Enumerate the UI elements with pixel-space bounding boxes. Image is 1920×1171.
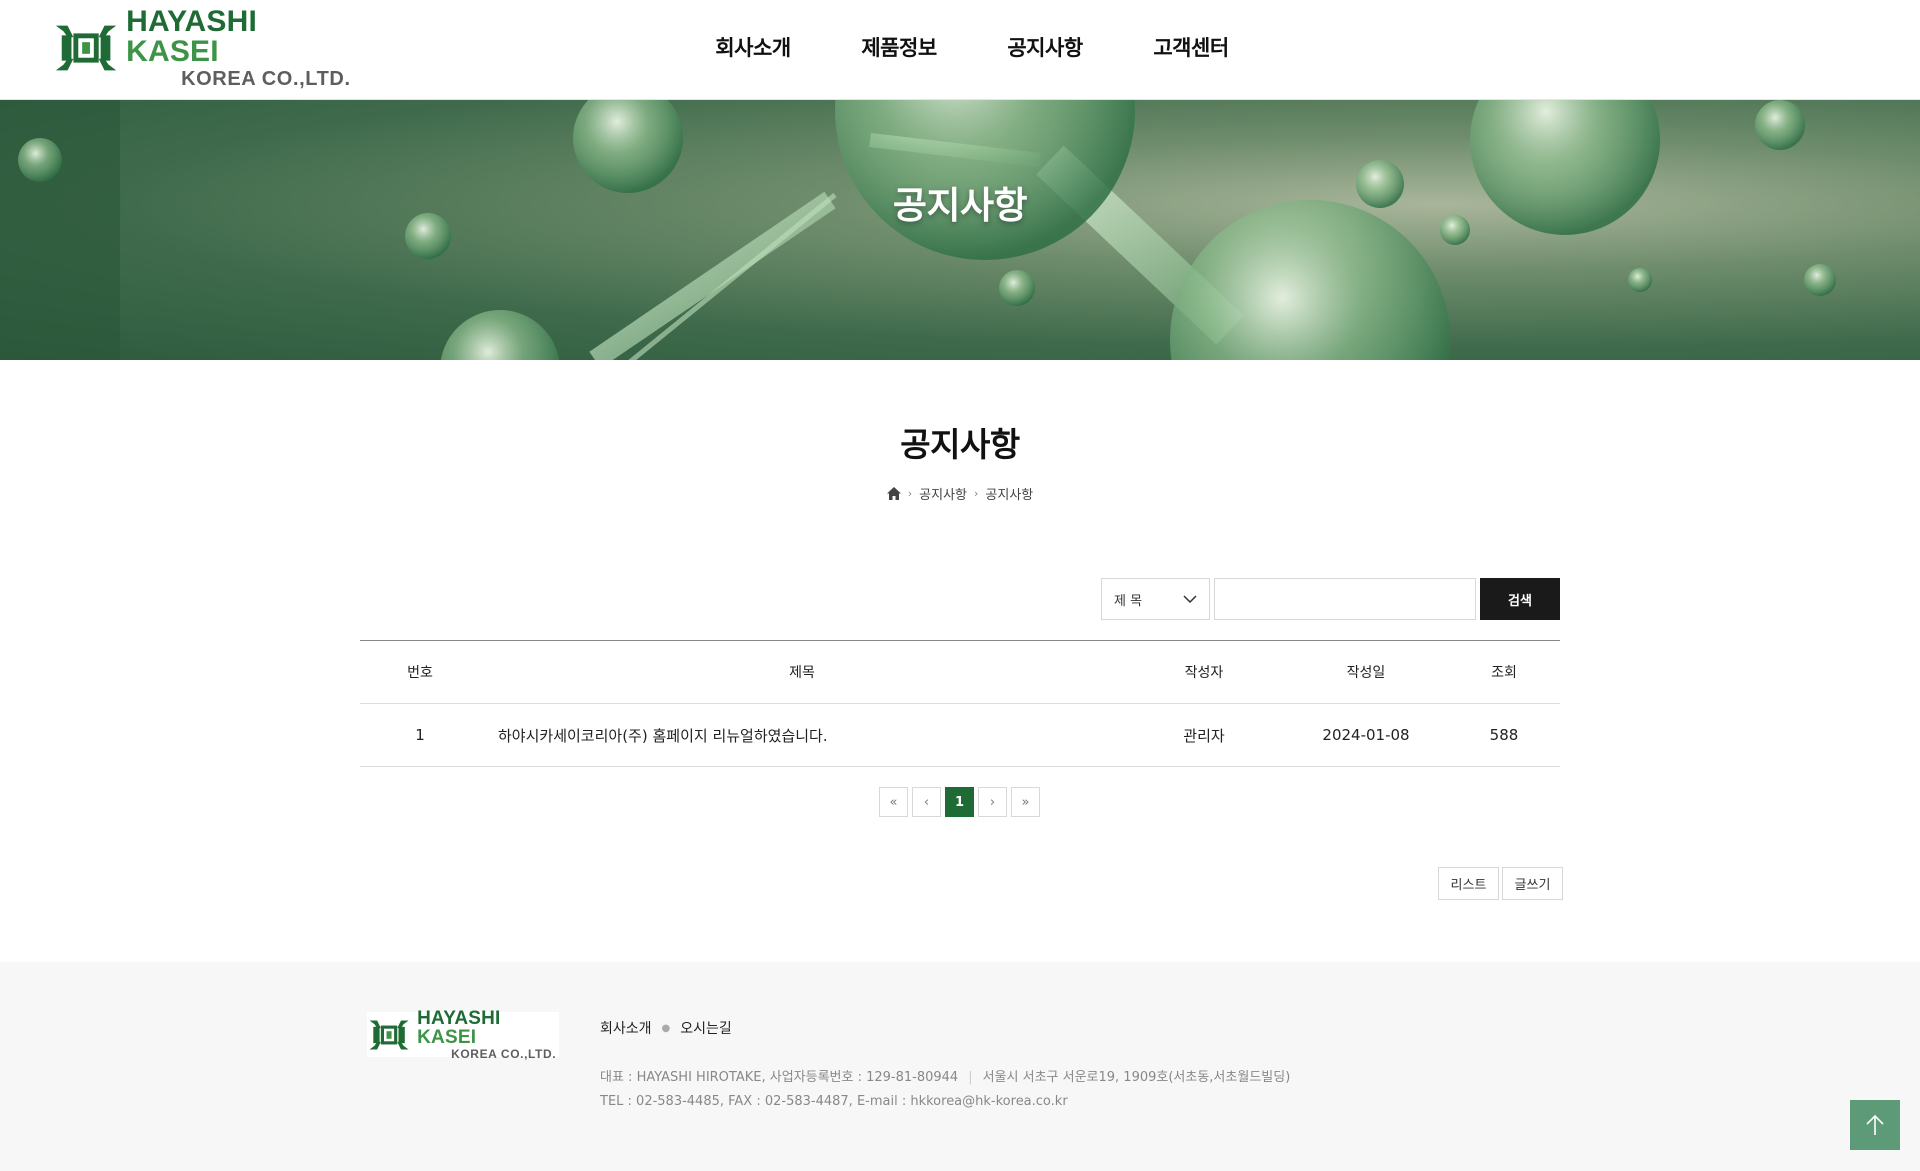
footer-link-company[interactable]: 회사소개	[600, 1018, 652, 1038]
breadcrumb-item-2[interactable]: 공지사항	[985, 484, 1033, 503]
row-no: 1	[360, 703, 480, 767]
site-logo[interactable]: HAYASHI KASEI KOREA CO.,LTD.	[52, 7, 352, 89]
col-header-date: 작성일	[1284, 640, 1448, 704]
search-button[interactable]: 검색	[1480, 578, 1560, 620]
page-current-button[interactable]: 1	[945, 787, 974, 817]
logo-text-kasei: KASEI	[126, 35, 219, 68]
search-field-select[interactable]: 제 목	[1101, 578, 1210, 620]
molecule-illustration	[0, 100, 1836, 360]
logo-mark-icon	[55, 25, 117, 71]
chevron-down-icon	[1183, 595, 1197, 603]
sub-visual-banner: 공지사항	[0, 100, 1920, 360]
page-first-button[interactable]: «	[879, 787, 908, 817]
home-icon[interactable]	[886, 487, 901, 500]
col-header-no: 번호	[360, 640, 480, 704]
nav-item-customer[interactable]: 고객센터	[1118, 32, 1264, 62]
row-date: 2024-01-08	[1284, 703, 1448, 767]
footer-company-info: 대표 : HAYASHI HIROTAKE, 사업자등록번호 : 129-81-…	[600, 1066, 1290, 1114]
breadcrumb: › 공지사항 › 공지사항	[0, 484, 1920, 503]
page-prev-button[interactable]: ‹	[912, 787, 941, 817]
search-input[interactable]	[1214, 578, 1476, 620]
row-subject-link[interactable]: 하야시카세이코리아(주) 홈페이지 리뉴얼하였습니다.	[480, 703, 1124, 767]
footer-logo[interactable]: HAYASHI KASEI KOREA CO.,LTD.	[367, 1009, 559, 1061]
footer-info-ceo: 대표 : HAYASHI HIROTAKE, 사업자등록번호 : 129-81-…	[600, 1070, 959, 1085]
footer-info-address: 서울시 서초구 서운로19, 1909호(서초동,서초월드빌딩)	[982, 1070, 1291, 1085]
footer-link-separator: ●	[661, 1022, 671, 1034]
footer-logo-text-hayashi: HAYASHI	[417, 1008, 501, 1029]
footer-logo-text-kasei: KASEI	[417, 1027, 477, 1048]
logo-text-korea: KOREA CO.,LTD.	[181, 68, 351, 90]
page-last-button[interactable]: »	[1011, 787, 1040, 817]
table-header-row: 번호 제목 작성자 작성일 조회	[360, 640, 1560, 704]
col-header-subject: 제목	[480, 640, 1124, 704]
col-header-author: 작성자	[1124, 640, 1284, 704]
footer-logo-mark-icon	[369, 1020, 409, 1049]
breadcrumb-item-1[interactable]: 공지사항	[919, 484, 967, 503]
footer-logo-text-korea: KOREA CO.,LTD.	[451, 1047, 557, 1061]
notice-board-table: 번호 제목 작성자 작성일 조회 1 하야시카세이코리아(주) 홈페이지 리뉴얼…	[360, 640, 1560, 767]
arrow-up-icon	[1866, 1114, 1884, 1135]
board-actions: 리스트 글쓰기	[1435, 867, 1563, 900]
breadcrumb-chevron-icon: ›	[974, 487, 979, 500]
list-button[interactable]: 리스트	[1438, 867, 1499, 900]
breadcrumb-chevron-icon: ›	[907, 487, 913, 500]
page-next-button[interactable]: ›	[978, 787, 1007, 817]
scroll-top-button[interactable]	[1850, 1100, 1900, 1150]
site-footer: HAYASHI KASEI KOREA CO.,LTD. 회사소개 ● 오시는길…	[0, 962, 1920, 1171]
page-title: 공지사항	[900, 425, 1020, 464]
board-search: 제 목 검색	[1101, 578, 1560, 620]
nav-item-company[interactable]: 회사소개	[680, 32, 826, 62]
footer-info-divider: |	[968, 1070, 973, 1085]
table-row[interactable]: 1 하야시카세이코리아(주) 홈페이지 리뉴얼하였습니다. 관리자 2024-0…	[360, 703, 1560, 767]
nav-item-notice[interactable]: 공지사항	[972, 32, 1118, 62]
row-views: 588	[1448, 703, 1560, 767]
write-button[interactable]: 글쓰기	[1502, 867, 1563, 900]
main-nav: 회사소개 제품정보 공지사항 고객센터	[680, 32, 1264, 62]
nav-item-products[interactable]: 제품정보	[826, 32, 972, 62]
site-header: HAYASHI KASEI KOREA CO.,LTD. 회사소개 제품정보 공…	[0, 0, 1920, 100]
footer-link-directions[interactable]: 오시는길	[680, 1018, 732, 1038]
footer-links: 회사소개 ● 오시는길	[600, 1018, 732, 1038]
pagination: « ‹ 1 › »	[879, 787, 1044, 817]
col-header-views: 조회	[1448, 640, 1560, 704]
banner-title: 공지사항	[892, 184, 1028, 227]
row-author: 관리자	[1124, 703, 1284, 767]
search-field-selected: 제 목	[1114, 593, 1143, 609]
logo-text-hayashi: HAYASHI	[126, 5, 258, 38]
footer-info-contact: TEL : 02-583-4485, FAX : 02-583-4487, E-…	[600, 1094, 1068, 1109]
